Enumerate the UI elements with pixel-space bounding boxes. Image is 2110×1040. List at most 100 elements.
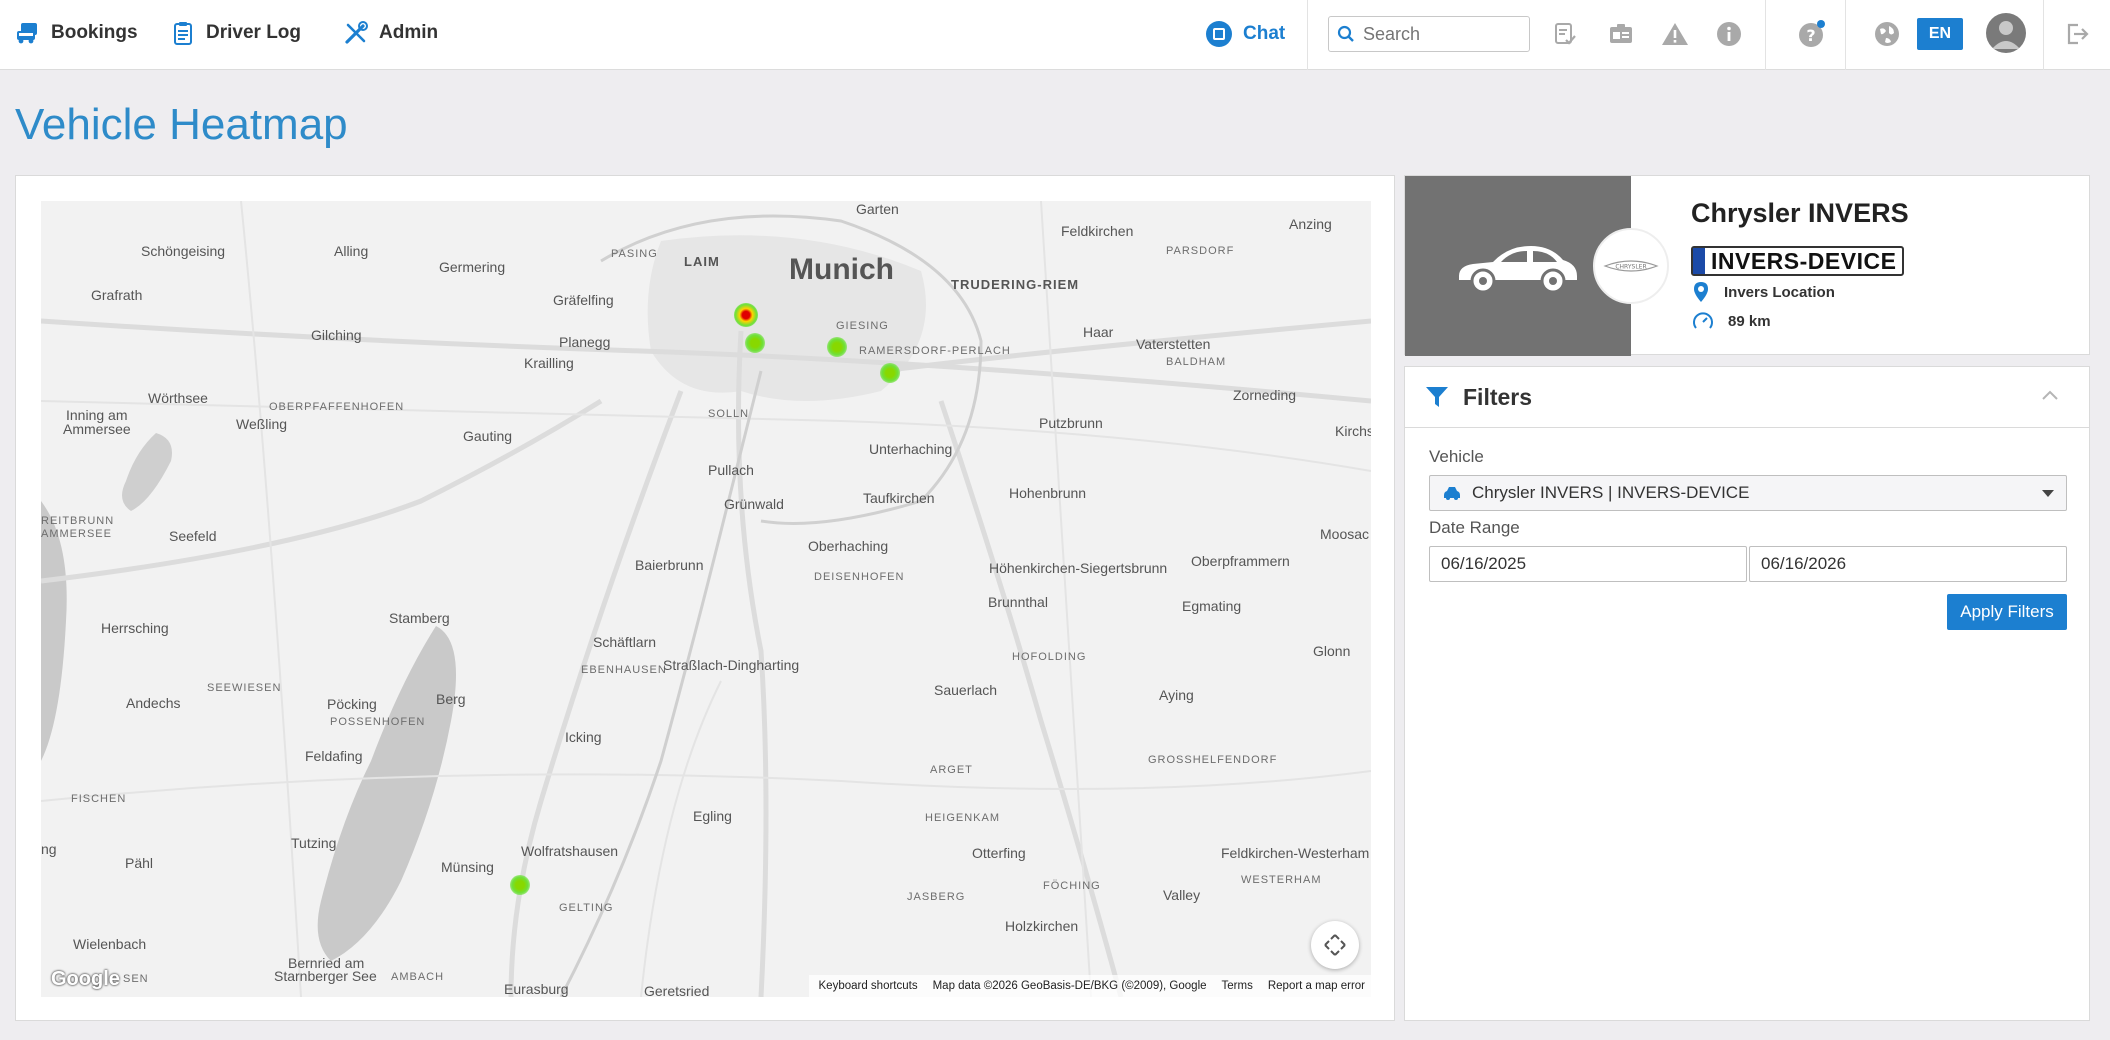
vehicle-select[interactable]: Chrysler INVERS | INVERS-DEVICE bbox=[1429, 475, 2067, 511]
car-icon bbox=[1444, 487, 1460, 500]
nav-admin[interactable]: Admin bbox=[343, 20, 438, 46]
map-label: Wielenbach bbox=[73, 936, 147, 952]
map-label: REITBRUNN bbox=[41, 515, 115, 527]
filters-header[interactable]: Filters bbox=[1405, 367, 2089, 428]
map-label: Germering bbox=[439, 259, 506, 275]
top-navbar: Bookings Driver Log Admin Chat ? EN bbox=[0, 0, 2110, 70]
clipboard-icon bbox=[174, 22, 192, 45]
map-label: Höhenkirchen-Siegertsbrunn bbox=[989, 560, 1168, 576]
nav-driver-log[interactable]: Driver Log bbox=[170, 20, 301, 46]
terms-link[interactable]: Terms bbox=[1222, 980, 1253, 992]
map-label: GIESING bbox=[836, 320, 889, 332]
map-label: HEIGENKAM bbox=[925, 812, 1001, 824]
map-label: HOFOLDING bbox=[1012, 651, 1087, 663]
filter-icon bbox=[1426, 387, 1448, 407]
map-label: Pullach bbox=[708, 462, 754, 478]
map-label: SEN bbox=[123, 973, 149, 985]
location-pin-icon bbox=[1694, 282, 1708, 302]
id-card-icon[interactable] bbox=[1606, 19, 1636, 49]
map-label: LAIM bbox=[684, 254, 720, 269]
map-label: Stamberg bbox=[389, 610, 450, 626]
map-label: AMMERSEE bbox=[41, 528, 112, 540]
divider bbox=[2043, 0, 2044, 70]
avatar[interactable] bbox=[1986, 13, 2026, 53]
vehicle-card: CHRYSLER Chrysler INVERS INVERS-DEVICE I… bbox=[1404, 175, 2090, 356]
divider bbox=[1765, 0, 1766, 70]
map-label: Geretsried bbox=[644, 983, 710, 997]
info-icon[interactable] bbox=[1714, 19, 1744, 49]
map-label: Gilching bbox=[311, 327, 362, 343]
map-label: GROSSHELFENDORF bbox=[1148, 754, 1278, 766]
nav-bookings[interactable]: Bookings bbox=[15, 20, 138, 46]
apply-filters-button[interactable]: Apply Filters bbox=[1947, 594, 2067, 630]
nav-bookings-label: Bookings bbox=[51, 22, 138, 43]
map-label: Moosac bbox=[1320, 526, 1370, 542]
map-label: Planegg bbox=[559, 334, 611, 350]
car-icon bbox=[1459, 246, 1577, 294]
map-label: Hohenbrunn bbox=[1009, 485, 1087, 501]
map-label: Holzkirchen bbox=[1005, 918, 1079, 934]
eu-plate-strip bbox=[1693, 248, 1705, 274]
map-label: Herrsching bbox=[101, 620, 169, 636]
map-label: AMBACH bbox=[391, 971, 445, 983]
map-label: Aying bbox=[1159, 687, 1194, 703]
map-label: Weßling bbox=[236, 416, 288, 432]
map-label: Haar bbox=[1083, 324, 1114, 340]
logout-icon[interactable] bbox=[2062, 19, 2092, 49]
map-base-layer bbox=[41, 201, 1371, 997]
report-error-link[interactable]: Report a map error bbox=[1268, 980, 1365, 992]
warning-icon[interactable] bbox=[1660, 19, 1690, 49]
map-label: RAMERSDORF-PERLACH bbox=[859, 345, 1011, 357]
divider bbox=[1845, 0, 1846, 70]
map-label: Schöngeising bbox=[141, 243, 226, 259]
heatmap-map[interactable]: Munich Garten Feldkirchen Anzing Schönge… bbox=[41, 201, 1371, 997]
vehicle-label: Vehicle bbox=[1429, 447, 1484, 466]
map-label: Alling bbox=[334, 243, 369, 259]
search-box[interactable] bbox=[1328, 16, 1530, 52]
map-label: PASING bbox=[611, 248, 658, 260]
map-label: GELTING bbox=[559, 902, 614, 914]
nav-admin-label: Admin bbox=[379, 22, 439, 43]
keyboard-shortcuts-link[interactable]: Keyboard shortcuts bbox=[819, 980, 918, 992]
map-data-text: Map data ©2026 GeoBasis-DE/BKG (©2009), … bbox=[932, 980, 1207, 992]
map-label: Vaterstetten bbox=[1136, 336, 1211, 352]
map-label: Kirchs bbox=[1335, 423, 1371, 439]
filters-title: Filters bbox=[1463, 383, 1533, 410]
map-label: OBERPFAFFENHOFEN bbox=[269, 401, 405, 413]
map-label: WESTERHAM bbox=[1241, 874, 1322, 886]
map-label: Egmating bbox=[1182, 598, 1242, 614]
chevron-up-icon[interactable] bbox=[2041, 389, 2059, 401]
vehicle-name: Chrysler INVERS bbox=[1691, 198, 1909, 228]
page-title: Vehicle Heatmap bbox=[15, 100, 348, 149]
map-label: Glonn bbox=[1313, 643, 1351, 659]
license-plate-text: INVERS-DEVICE bbox=[1711, 247, 1897, 274]
heat-point bbox=[734, 303, 758, 327]
map-label: EBENHAUSEN bbox=[581, 664, 667, 676]
brand-logo: CHRYSLER bbox=[1593, 228, 1669, 304]
map-attribution: Keyboard shortcuts Map data ©2026 GeoBas… bbox=[808, 975, 1371, 997]
checklist-icon[interactable] bbox=[1550, 19, 1580, 49]
chat-label: Chat bbox=[1243, 23, 1286, 44]
map-label: Gräfelfing bbox=[553, 292, 614, 308]
map-label: Feldkirchen bbox=[1061, 223, 1134, 239]
date-to-input[interactable] bbox=[1749, 546, 2067, 582]
map-label: Baierbrunn bbox=[635, 557, 704, 573]
map-label: Oberpframmern bbox=[1191, 553, 1290, 569]
date-range-label: Date Range bbox=[1429, 518, 1520, 537]
chat-button[interactable]: Chat bbox=[1205, 20, 1285, 48]
map-label: Feldkirchen-Westerham bbox=[1221, 845, 1370, 861]
help-icon[interactable]: ? bbox=[1796, 19, 1826, 49]
search-input[interactable] bbox=[1363, 23, 1513, 45]
vehicle-mileage-text: 89 km bbox=[1728, 312, 1771, 330]
globe-icon[interactable] bbox=[1872, 19, 1902, 49]
date-from-input[interactable] bbox=[1429, 546, 1747, 582]
map-label: Grafrath bbox=[91, 287, 143, 303]
map-label: Seefeld bbox=[169, 528, 217, 544]
map-label: DEISENHOFEN bbox=[814, 571, 905, 583]
language-button[interactable]: EN bbox=[1917, 18, 1963, 50]
map-label: Icking bbox=[565, 729, 602, 745]
vehicle-select-value: Chrysler INVERS | INVERS-DEVICE bbox=[1472, 483, 1750, 502]
fullscreen-button[interactable] bbox=[1311, 921, 1359, 969]
map-label: Gauting bbox=[463, 428, 513, 444]
map-label: SOLLN bbox=[708, 408, 750, 420]
